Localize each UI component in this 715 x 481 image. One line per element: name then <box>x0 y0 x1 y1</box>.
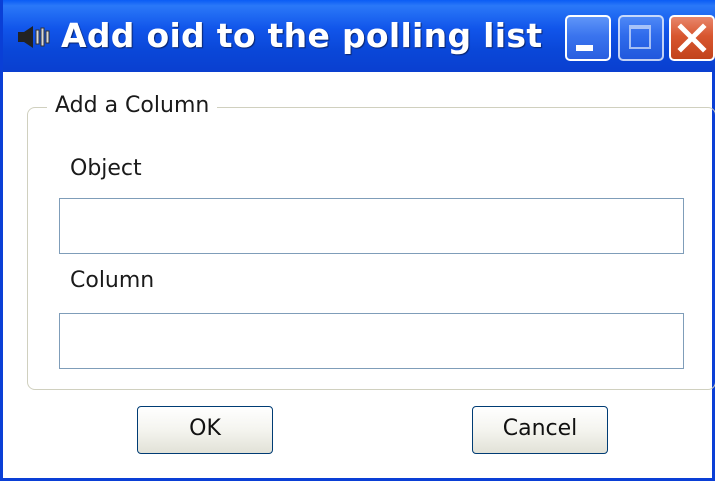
object-input[interactable] <box>59 198 684 254</box>
dialog-window: Add oid to the polling list Add a Column… <box>0 0 715 481</box>
minimize-button[interactable] <box>565 15 611 61</box>
window-title: Add oid to the polling list <box>61 16 543 55</box>
maximize-icon <box>629 25 651 49</box>
ok-button[interactable]: OK <box>137 406 273 454</box>
close-button[interactable] <box>669 15 715 61</box>
title-bar[interactable]: Add oid to the polling list <box>3 0 715 72</box>
groupbox-title: Add a Column <box>47 93 218 118</box>
column-label: Column <box>70 268 155 293</box>
maximize-button[interactable] <box>618 15 664 61</box>
object-label: Object <box>70 156 142 181</box>
column-input[interactable] <box>59 313 684 369</box>
cancel-button[interactable]: Cancel <box>472 406 608 454</box>
minimize-icon <box>576 45 593 51</box>
close-icon <box>677 23 707 53</box>
speaker-icon <box>18 26 50 48</box>
